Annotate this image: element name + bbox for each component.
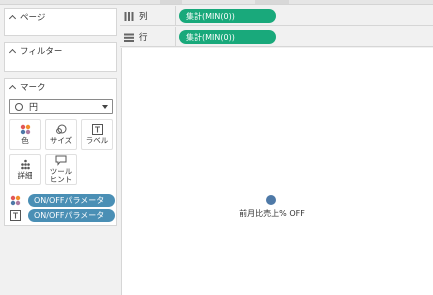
marks-title: マーク [20, 83, 46, 93]
pages-card-header[interactable]: ページ [5, 9, 116, 25]
collapse-caret-icon[interactable] [8, 48, 17, 57]
rows-label-text: 行 [139, 33, 148, 43]
toolbar-tab[interactable] [160, 0, 182, 4]
marks-card-header[interactable]: マーク [5, 79, 116, 95]
pages-title: ページ [20, 13, 46, 23]
size-button-label: サイズ [49, 136, 73, 146]
columns-measure-pill[interactable]: 集計(MIN(0)) [179, 9, 276, 23]
circle-mark[interactable] [266, 195, 276, 205]
size-circles-icon [55, 124, 67, 135]
detail-dots-icon [20, 159, 31, 170]
mark-label: 前月比売上% OFF [239, 209, 305, 218]
pages-card: ページ [4, 8, 117, 36]
toolbar-tab[interactable] [255, 0, 289, 4]
tooltip-button[interactable]: ツールヒント [45, 154, 77, 185]
marks-field-row: ON/OFFパラメータ [10, 209, 115, 222]
detail-button[interactable]: 詳細 [9, 154, 41, 185]
columns-label-text: 列 [139, 12, 148, 22]
rows-shelf-label: 行 [124, 27, 176, 47]
color-parameter-pill[interactable]: ON/OFFパラメータ [28, 194, 115, 207]
columns-shelf[interactable]: 列 集計(MIN(0)) [120, 6, 433, 26]
color-button[interactable]: 色 [9, 119, 41, 150]
rows-shelf[interactable]: 行 集計(MIN(0)) [120, 27, 433, 47]
rows-icon [124, 32, 134, 42]
tooltip-button-label: ツールヒント [49, 167, 73, 184]
columns-shelf-label: 列 [124, 6, 176, 26]
marks-field-row: ON/OFFパラメータ [10, 194, 115, 207]
filters-card[interactable]: フィルター [4, 42, 117, 72]
rows-measure-pill[interactable]: 集計(MIN(0)) [179, 30, 276, 44]
view-canvas[interactable]: 前月比売上% OFF [121, 48, 433, 295]
circle-icon [15, 102, 23, 111]
tooltip-bubble-icon [55, 155, 67, 167]
filters-card-header[interactable]: フィルター [5, 43, 116, 59]
collapse-caret-icon[interactable] [8, 84, 17, 93]
columns-icon [124, 11, 134, 21]
marks-card: マーク 円 色 サイズ ラベル 詳細 ツールヒント ON/OFFパラメータ ON… [4, 78, 117, 226]
color-dots-icon [20, 124, 31, 135]
label-button[interactable]: ラベル [81, 119, 113, 150]
text-label-icon[interactable] [10, 210, 21, 221]
detail-button-label: 詳細 [17, 171, 33, 181]
dropdown-arrow-icon [102, 105, 108, 109]
mark-type-value: 円 [29, 103, 39, 113]
mark-type-dropdown[interactable]: 円 [9, 99, 113, 114]
color-dots-icon[interactable] [10, 195, 21, 206]
shelf-divider [175, 27, 176, 47]
text-label-icon [91, 124, 103, 136]
label-button-label: ラベル [85, 136, 109, 146]
size-button[interactable]: サイズ [45, 119, 77, 150]
label-parameter-pill[interactable]: ON/OFFパラメータ [28, 209, 115, 222]
filters-title: フィルター [20, 47, 63, 57]
left-pane: ページ フィルター マーク 円 色 サイズ ラベル 詳細 ツールヒント ON/O… [0, 5, 120, 295]
color-button-label: 色 [21, 136, 29, 146]
shelf-divider [175, 6, 176, 26]
collapse-caret-icon[interactable] [8, 14, 17, 23]
